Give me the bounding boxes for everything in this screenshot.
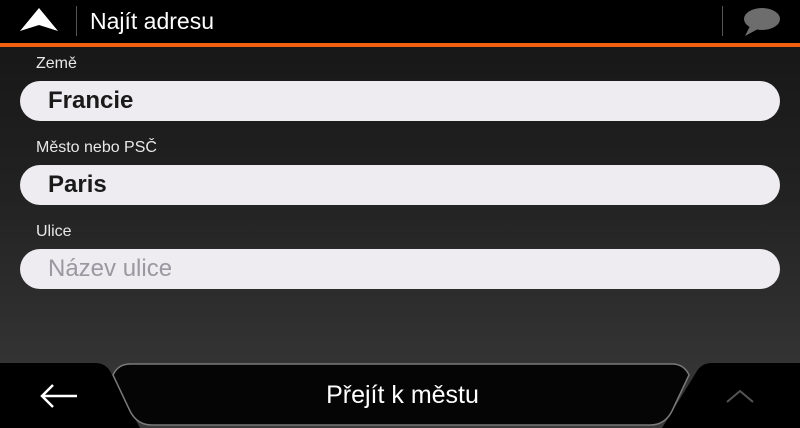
country-label: Země	[36, 55, 77, 72]
speech-bubble-icon[interactable]	[738, 6, 784, 38]
navigation-arrow-icon[interactable]	[18, 7, 60, 33]
chevron-up-icon[interactable]	[712, 381, 768, 411]
header-accent-line	[0, 43, 800, 47]
header-divider	[76, 6, 77, 36]
city-field[interactable]: Paris	[20, 165, 780, 205]
city-label: Město nebo PSČ	[36, 139, 157, 156]
street-label: Ulice	[36, 223, 72, 240]
country-field[interactable]: Francie	[20, 81, 780, 121]
bottom-bar: Přejít k městu	[0, 361, 800, 428]
back-arrow-icon[interactable]	[20, 373, 100, 419]
header-divider	[722, 6, 723, 36]
street-input[interactable]: Název ulice	[20, 249, 780, 289]
page-title: Najít adresu	[90, 8, 215, 34]
header-bar: Najít adresu	[0, 0, 800, 43]
find-address-screen: Najít adresu Země Francie Město nebo PSČ…	[0, 0, 800, 428]
go-to-city-button[interactable]: Přejít k městu	[130, 365, 675, 425]
